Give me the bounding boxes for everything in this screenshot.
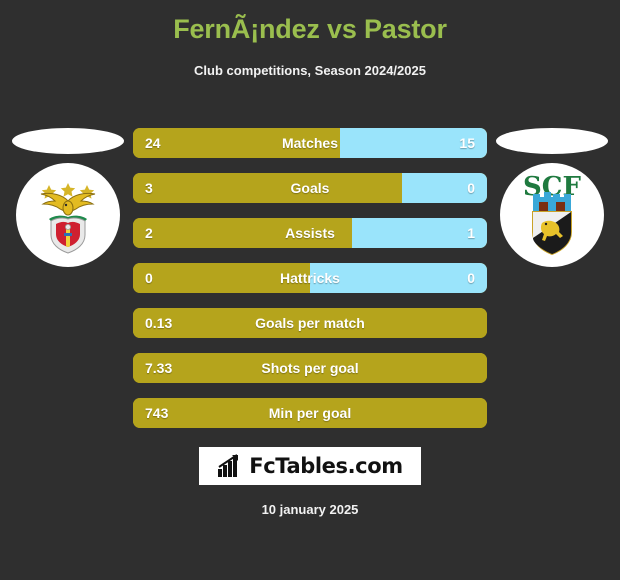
bar-chart-arrow-icon — [218, 454, 239, 477]
away-value: 1 — [467, 225, 475, 241]
home-team-crest — [16, 163, 120, 267]
stat-row-goals: 3 Goals 0 — [133, 173, 487, 203]
stat-label: Matches — [281, 135, 339, 151]
home-crest-shine — [12, 128, 124, 154]
stat-bars-list: 24 Matches 15 3 Goals 0 2 Assists 1 0 Ha… — [133, 128, 487, 443]
stat-row-shots-per-goal: 7.33 Shots per goal — [133, 353, 487, 383]
benfica-shield — [49, 215, 87, 254]
benfica-eagle — [40, 192, 96, 216]
stat-row-hattricks: 0 Hattricks 0 — [133, 263, 487, 293]
away-value: 0 — [467, 180, 475, 196]
stat-label: Shots per goal — [261, 360, 359, 376]
away-value: 0 — [467, 270, 475, 286]
stat-label: Goals per match — [255, 315, 365, 331]
stat-label: Goals — [290, 180, 330, 196]
away-team-crest: SCF — [500, 163, 604, 267]
page-subtitle: Club competitions, Season 2024/2025 — [194, 63, 426, 78]
stat-row-matches: 24 Matches 15 — [133, 128, 487, 158]
scf-shield — [532, 211, 572, 256]
away-crest-shine — [496, 128, 608, 154]
stat-label: Assists — [285, 225, 335, 241]
stat-comparison-card: FernÃ¡ndez vs Pastor Club competitions, … — [0, 0, 620, 580]
stat-row-assists: 2 Assists 1 — [133, 218, 487, 248]
brand-name: FcTables.com — [249, 454, 403, 478]
stat-row-min-per-goal: 743 Min per goal — [133, 398, 487, 428]
away-value: 15 — [459, 135, 475, 151]
page-title: FernÃ¡ndez vs Pastor — [173, 14, 447, 44]
date-label: 10 january 2025 — [261, 502, 359, 517]
fctables-brand-badge[interactable]: FcTables.com — [199, 447, 421, 485]
stat-label: Min per goal — [268, 405, 352, 421]
stat-row-goals-per-match: 0.13 Goals per match — [133, 308, 487, 338]
stat-label: Hattricks — [280, 270, 340, 286]
